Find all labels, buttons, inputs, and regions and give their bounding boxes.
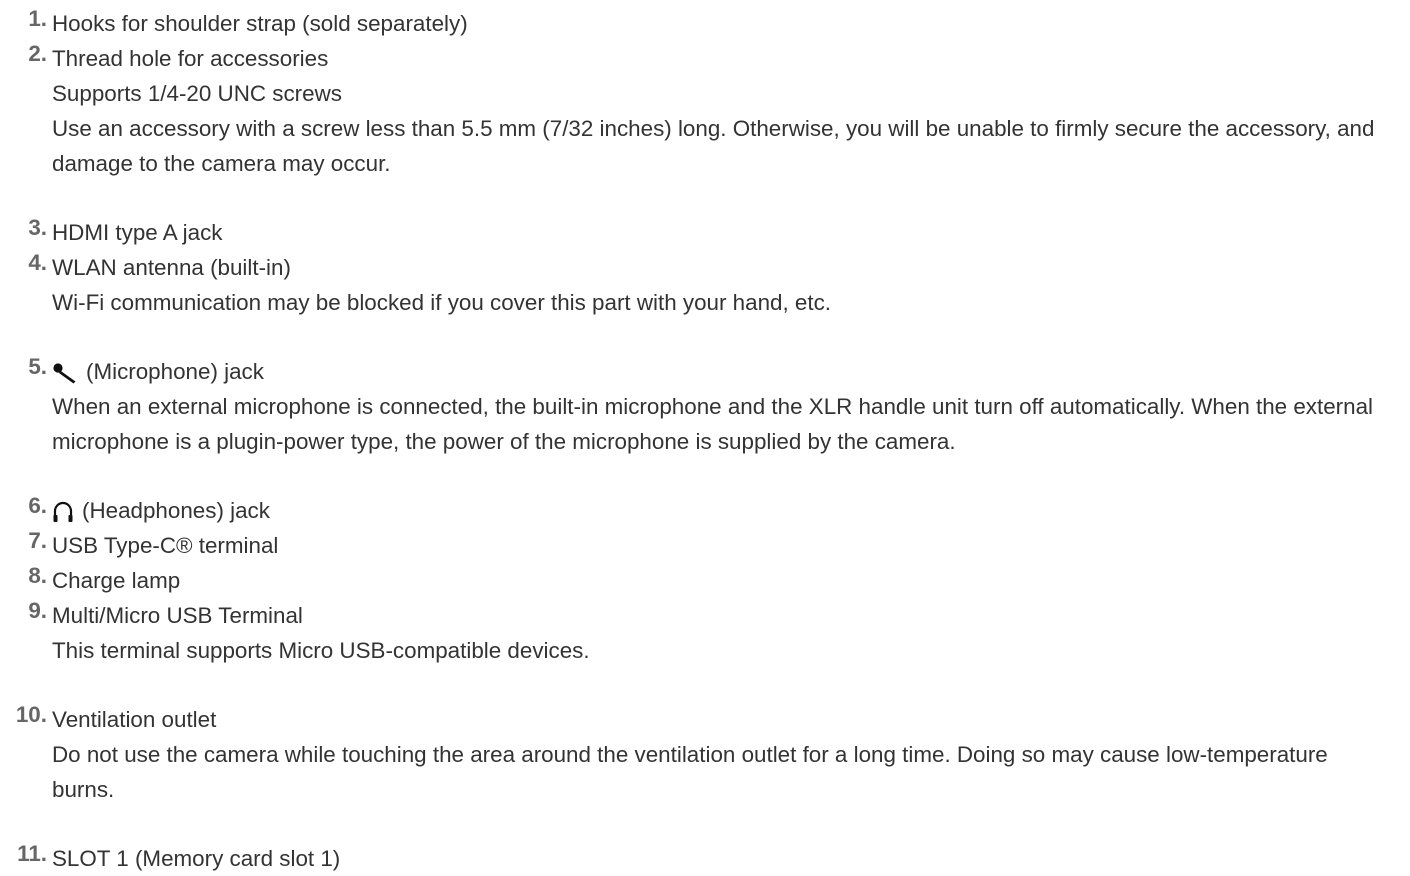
- item-title: Thread hole for accessories: [52, 46, 329, 71]
- item-description: When an external microphone is connected…: [52, 394, 1373, 454]
- item-description: Use an accessory with a screw less than …: [52, 116, 1375, 176]
- item-title: Charge lamp: [52, 568, 181, 593]
- list-item-3: 3. HDMI type A jack: [0, 215, 1410, 250]
- item-title: Hooks for shoulder strap (sold separatel…: [52, 11, 468, 36]
- item-note: Supports 1/4-20 UNC screws: [52, 81, 342, 106]
- item-description: Do not use the camera while touching the…: [52, 742, 1328, 802]
- list-item-10: 10. Ventilation outlet Do not use the ca…: [0, 702, 1410, 807]
- headphones-icon: [52, 500, 74, 524]
- item-title: (Headphones) jack: [82, 498, 270, 523]
- item-number: 9.: [28, 598, 47, 623]
- item-number: 10.: [15, 702, 47, 727]
- item-title-row: (Microphone) jack: [52, 354, 1410, 389]
- item-number: 4.: [28, 250, 47, 275]
- item-number: 2.: [28, 41, 47, 66]
- list-item-6: 6. (Headphones) jack: [0, 493, 1410, 528]
- item-title-row: (Headphones) jack: [52, 493, 1410, 528]
- list-item-5: 5. (Microphone) jack When an external mi…: [0, 354, 1410, 459]
- microphone-icon: [52, 362, 78, 384]
- item-number: 8.: [28, 563, 47, 588]
- parts-list: 1. Hooks for shoulder strap (sold separa…: [0, 6, 1410, 876]
- item-title: WLAN antenna (built-in): [52, 255, 291, 280]
- item-number: 7.: [28, 528, 47, 553]
- item-number: 1.: [28, 6, 47, 31]
- item-title: Multi/Micro USB Terminal: [52, 603, 303, 628]
- item-title: Ventilation outlet: [52, 707, 217, 732]
- list-item-8: 8. Charge lamp: [0, 563, 1410, 598]
- list-item-7: 7. USB Type-C® terminal: [0, 528, 1410, 563]
- list-item-9: 9. Multi/Micro USB Terminal This termina…: [0, 598, 1410, 668]
- item-description: This terminal supports Micro USB-compati…: [52, 638, 590, 663]
- item-number: 11.: [17, 841, 47, 866]
- list-item-1: 1. Hooks for shoulder strap (sold separa…: [0, 6, 1410, 41]
- item-number: 3.: [28, 215, 47, 240]
- list-item-2: 2. Thread hole for accessories Supports …: [0, 41, 1410, 181]
- item-number: 5.: [28, 354, 47, 379]
- list-item-11: 11. SLOT 1 (Memory card slot 1): [0, 841, 1410, 876]
- item-number: 6.: [28, 493, 47, 518]
- item-title: USB Type-C® terminal: [52, 533, 279, 558]
- item-title: (Microphone) jack: [86, 359, 264, 384]
- list-item-4: 4. WLAN antenna (built-in) Wi-Fi communi…: [0, 250, 1410, 320]
- item-description: Wi-Fi communication may be blocked if yo…: [52, 290, 832, 315]
- item-title: SLOT 1 (Memory card slot 1): [52, 846, 341, 871]
- item-title: HDMI type A jack: [52, 220, 223, 245]
